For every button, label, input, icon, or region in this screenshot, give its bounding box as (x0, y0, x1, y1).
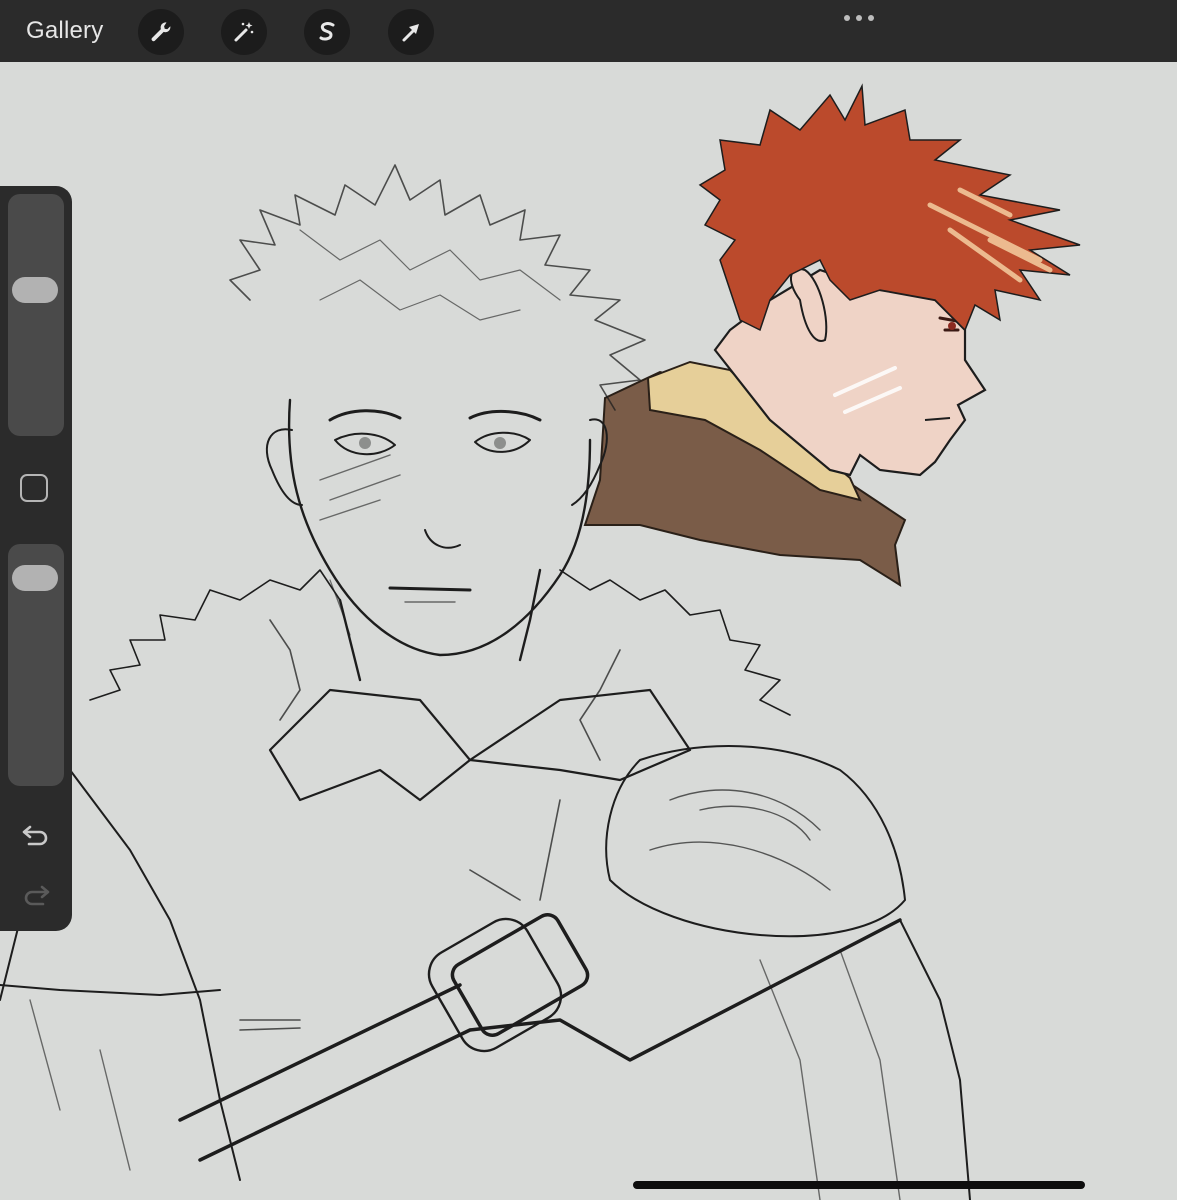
redo-icon (24, 885, 50, 906)
transform-button[interactable] (388, 9, 434, 55)
more-options-button[interactable] (838, 8, 880, 28)
opacity-thumb[interactable] (12, 564, 58, 591)
gallery-button[interactable]: Gallery (26, 16, 103, 46)
adjustments-button[interactable] (221, 9, 267, 55)
undo-icon (22, 825, 48, 846)
brush-size-slider[interactable] (8, 194, 64, 436)
opacity-slider[interactable] (8, 544, 64, 786)
modify-button[interactable] (20, 474, 48, 502)
magic-wand-icon (234, 22, 254, 42)
colored-character-sketch (583, 83, 1081, 587)
drawing-canvas[interactable] (0, 62, 1177, 1200)
brush-size-thumb[interactable] (12, 277, 58, 304)
move-arrow-icon (402, 24, 419, 42)
actions-button[interactable] (138, 9, 184, 55)
top-toolbar: Gallery (0, 0, 1177, 62)
left-sidebar (0, 186, 72, 931)
home-indicator[interactable] (633, 1181, 1085, 1189)
redo-button[interactable] (20, 880, 52, 908)
wrench-icon (151, 22, 171, 42)
selection-s-icon (319, 22, 335, 41)
selection-button[interactable] (304, 9, 350, 55)
undo-button[interactable] (20, 820, 52, 848)
artwork (0, 83, 1081, 1200)
ellipsis-icon (844, 15, 874, 21)
